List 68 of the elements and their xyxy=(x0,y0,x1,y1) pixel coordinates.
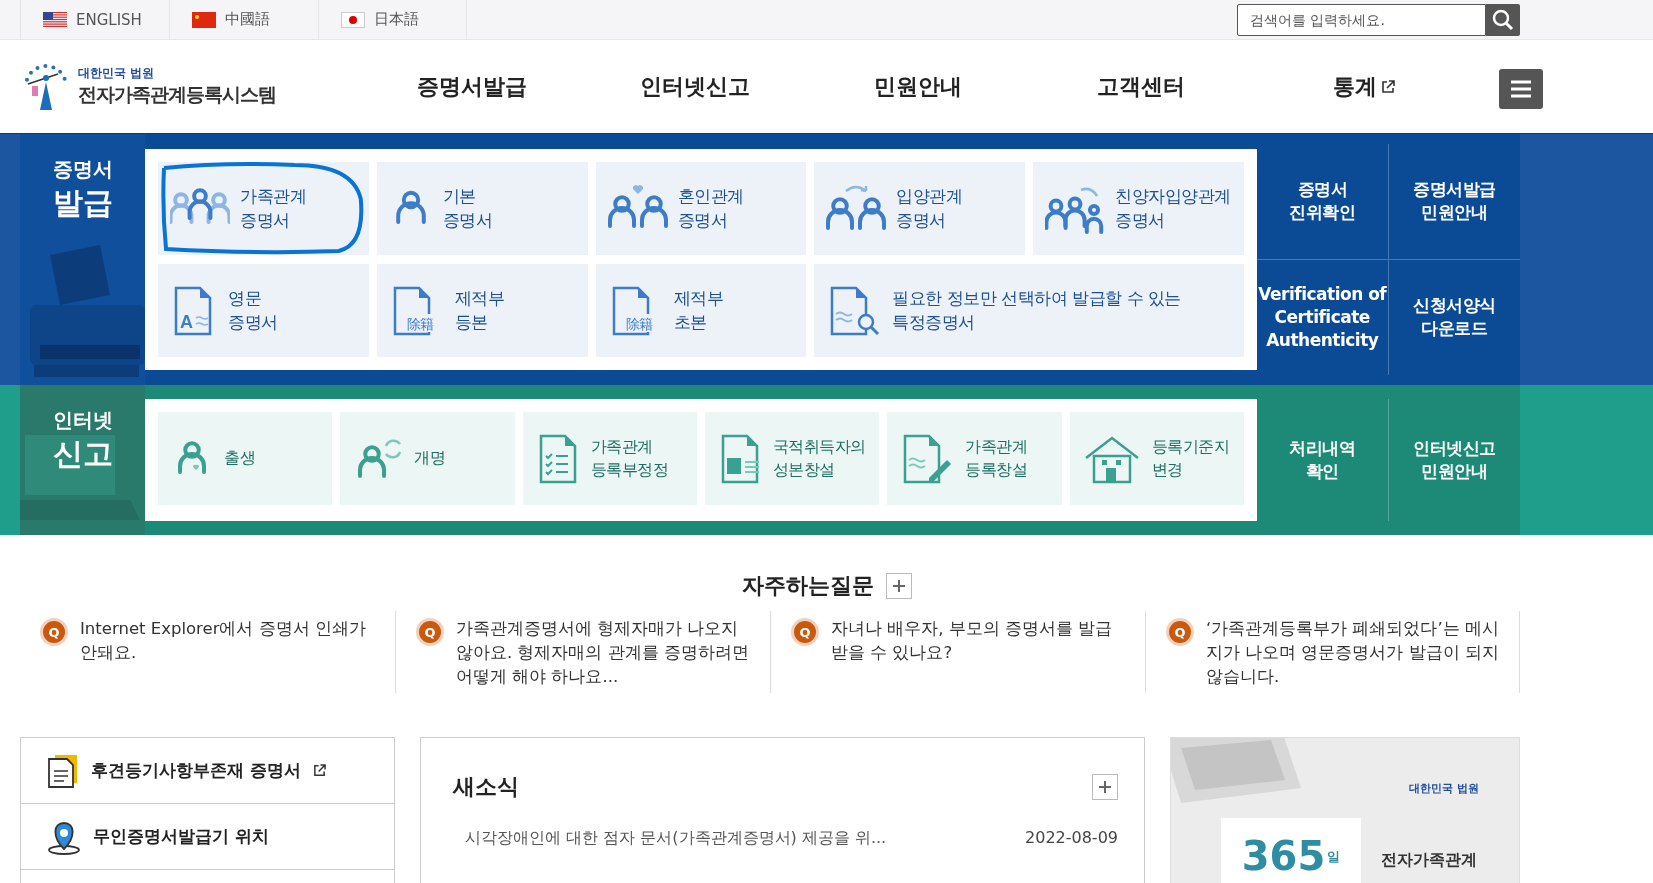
external-link-icon xyxy=(312,764,326,777)
report-tile[interactable]: 등록기준지 변경 xyxy=(1069,412,1244,505)
language-link[interactable]: 日本語 xyxy=(318,0,467,40)
more-button[interactable] xyxy=(1092,774,1118,800)
report-tile[interactable]: 가족관계 등록창설 xyxy=(887,412,1062,505)
certificate-tile[interactable]: 친양자입양관계 증명서 xyxy=(1033,162,1244,255)
question-badge: Q xyxy=(40,618,68,646)
certificate-tile[interactable]: A 영문 증명서 xyxy=(158,264,369,357)
service-link[interactable]: 신청서양식 다운로드 xyxy=(1388,259,1520,375)
service-link[interactable]: 인터넷신고 민원안내 xyxy=(1388,399,1520,521)
faq-item[interactable]: Q 가족관계증명서에 형제자매가 나오지 않아요. 형제자매의 관계를 증명하려면 어떻게 해야 하나요... xyxy=(395,611,770,693)
plus-icon xyxy=(892,580,905,592)
report-tile[interactable]: 가족관계 등록부정정 xyxy=(522,412,697,505)
service-link[interactable]: 증명서 진위확인 xyxy=(1257,144,1389,260)
site-logo[interactable]: 대한민국 법원 전자가족관계등록시스템 xyxy=(20,61,340,112)
certificate-tile[interactable]: 혼인관계 증명서 xyxy=(595,162,807,255)
nav-link[interactable]: 증명서발급 xyxy=(360,71,583,102)
certificate-tile[interactable]: 가족관계 증명서 xyxy=(158,162,369,255)
certificate-tile[interactable]: 除籍 제적부 등본 xyxy=(376,264,588,357)
certificate-tile[interactable]: 입양관계 증명서 xyxy=(814,162,1026,255)
external-link-icon xyxy=(1380,79,1395,94)
faq-item[interactable]: Q Internet Explorer에서 증명서 인쇄가 안돼요. xyxy=(20,611,395,693)
news-item[interactable]: 시각장애인에 대한 점자 문서(가족관계증명서) 제공을 위... 2022-08-09 xyxy=(453,828,1118,849)
language-link[interactable]: ENGLISH xyxy=(20,0,169,40)
question-badge: Q xyxy=(416,618,444,646)
japan-flag-icon xyxy=(341,11,365,28)
certificate-tile[interactable]: 除籍 제적부 초본 xyxy=(595,264,807,357)
question-badge: Q xyxy=(1166,618,1194,646)
nav-link[interactable]: 민원안내 xyxy=(806,71,1029,102)
section-title: 신고 xyxy=(52,435,113,473)
report-tile[interactable]: 국적취득자의 성본창설 xyxy=(705,412,880,505)
section-title: 발급 xyxy=(52,184,113,222)
search-button[interactable] xyxy=(1486,3,1520,36)
nav-link[interactable]: 고객센터 xyxy=(1029,71,1252,102)
faq-item[interactable]: Q ‘가족관계등록부가 폐쇄되었다’는 메시지가 나오며 영문증명서가 발급이 되지 않습니다. xyxy=(1145,611,1520,693)
quick-link[interactable]: 무인증명서발급기 위치 xyxy=(21,804,394,870)
search-icon xyxy=(1491,7,1515,32)
document-icon xyxy=(47,752,79,789)
us-flag-icon xyxy=(43,11,67,28)
search-field[interactable]: 검색어를 입력하세요. xyxy=(1237,3,1486,36)
nav-link[interactable]: 통계 xyxy=(1252,71,1475,102)
quick-link[interactable]: 후견등기사항부존재 증명서 xyxy=(21,738,394,804)
nav-link[interactable]: 인터넷신고 xyxy=(583,71,806,102)
org-name: 대한민국 법원 xyxy=(78,65,156,82)
more-button[interactable] xyxy=(885,573,912,599)
report-tile[interactable]: 개명 xyxy=(340,412,515,505)
banner-number: 365 xyxy=(1241,836,1326,876)
faq-item[interactable]: Q 자녀나 배우자, 부모의 증명서를 발급 받을 수 있나요? xyxy=(770,611,1145,693)
system-name: 전자가족관계등록시스템 xyxy=(78,82,276,107)
banner-caption: 전자가족관계 xyxy=(1381,850,1477,871)
certificate-tile[interactable]: 기본 증명서 xyxy=(376,162,588,255)
service-link[interactable]: 처리내역 확인 xyxy=(1257,399,1389,521)
language-link[interactable]: 中國語 xyxy=(169,0,318,40)
menu-button[interactable] xyxy=(1499,68,1543,109)
banner-unit: 일 xyxy=(1327,848,1341,866)
faq-title: 자주하는질문 xyxy=(741,572,874,600)
banner-org: 대한민국 법원 xyxy=(1409,781,1479,796)
service-link[interactable]: 증명서발급 민원안내 xyxy=(1388,144,1520,260)
section-subtitle: 증명서 xyxy=(52,156,113,183)
china-flag-icon xyxy=(192,11,216,28)
report-tile[interactable]: 출생 xyxy=(158,412,333,505)
certificate-tile[interactable]: 필요한 정보만 선택하여 발급할 수 있는 특정증명서 xyxy=(814,264,1244,357)
plus-icon xyxy=(1099,781,1111,793)
question-badge: Q xyxy=(791,618,819,646)
menu-icon xyxy=(1509,78,1533,99)
news-title: 새소식 xyxy=(453,773,519,801)
section-subtitle: 인터넷 xyxy=(52,407,113,434)
service-link[interactable]: Verification of Certificate Authenticity xyxy=(1257,259,1389,375)
